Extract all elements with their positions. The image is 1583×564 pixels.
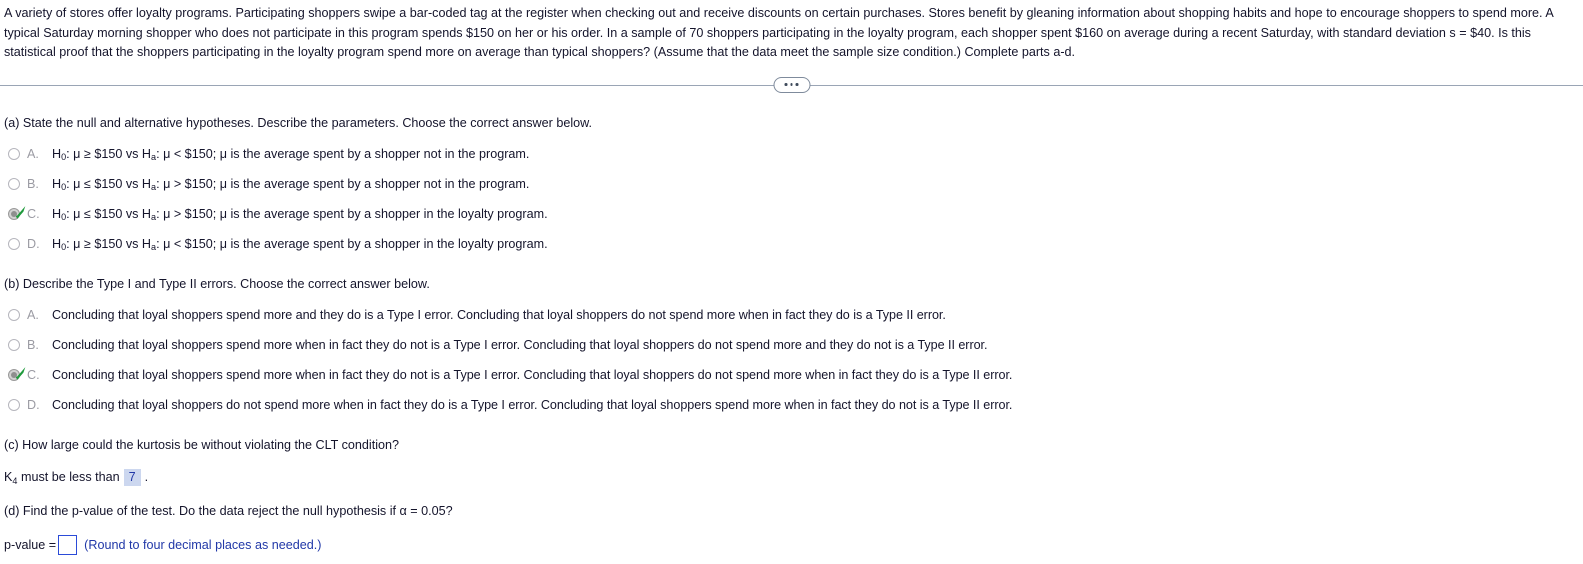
- problem-line-3: statistical proof that the shoppers part…: [4, 45, 1076, 60]
- ellipsis-dot-1: [784, 83, 788, 86]
- part-a-options: A. H0: μ ≥ $150 vs Ha: μ < $150; μ is th…: [4, 139, 1583, 259]
- p-value-input[interactable]: [58, 534, 78, 555]
- radio-button-b-B[interactable]: [8, 338, 20, 351]
- radio-button-b-A[interactable]: [8, 308, 20, 321]
- problem-line-2: typical Saturday morning shopper who doe…: [4, 25, 1531, 40]
- part-c-answer-period: .: [144, 470, 149, 485]
- option-letter-b-C: C.: [27, 367, 40, 382]
- section-divider: [0, 72, 1583, 98]
- radio-button-a-C[interactable]: [8, 205, 26, 220]
- radio-button-a-B[interactable]: [8, 177, 20, 190]
- part-c-answer-line: K4 must be less than 7 .: [4, 468, 1583, 486]
- option-letter-a-C: C.: [27, 206, 40, 221]
- problem-line-1: A variety of stores offer loyalty progra…: [4, 6, 1554, 20]
- part-a-option-C[interactable]: C. H0: μ ≤ $150 vs Ha: μ > $150; μ is th…: [4, 199, 1583, 229]
- part-a-option-D[interactable]: D. H0: μ ≥ $150 vs Ha: μ < $150; μ is th…: [4, 229, 1583, 259]
- radio-button-b-C[interactable]: [8, 366, 26, 381]
- option-text-b-B: Concluding that loyal shoppers spend mor…: [52, 337, 988, 352]
- part-b-prompt: (b) Describe the Type I and Type II erro…: [4, 276, 430, 291]
- part-c-answer-label: K4 must be less than: [4, 470, 120, 486]
- option-letter-a-B: B.: [27, 176, 39, 191]
- correct-check-icon: [13, 366, 26, 380]
- ellipsis-dot-3: [795, 83, 799, 86]
- option-letter-a-A: A.: [27, 146, 39, 161]
- correct-check-icon: [13, 205, 26, 219]
- option-text-a-D: H0: μ ≥ $150 vs Ha: μ < $150; μ is the a…: [52, 236, 548, 253]
- part-d-rounding-hint: (Round to four decimal places as needed.…: [84, 537, 322, 552]
- part-b-options: A. Concluding that loyal shoppers spend …: [4, 300, 1583, 420]
- option-letter-b-A: A.: [27, 307, 39, 322]
- part-a-option-A[interactable]: A. H0: μ ≥ $150 vs Ha: μ < $150; μ is th…: [4, 139, 1583, 169]
- option-text-a-C: H0: μ ≤ $150 vs Ha: μ > $150; μ is the a…: [52, 206, 548, 223]
- option-letter-a-D: D.: [27, 236, 40, 251]
- radio-button-a-A[interactable]: [8, 147, 20, 160]
- more-options-ellipsis-button[interactable]: [773, 76, 810, 93]
- option-text-a-B: H0: μ ≤ $150 vs Ha: μ > $150; μ is the a…: [52, 176, 530, 193]
- option-letter-b-B: B.: [27, 337, 39, 352]
- part-b-option-C[interactable]: C. Concluding that loyal shoppers spend …: [4, 360, 1583, 390]
- option-letter-b-D: D.: [27, 397, 40, 412]
- option-text-a-A: H0: μ ≥ $150 vs Ha: μ < $150; μ is the a…: [52, 146, 530, 163]
- part-b-option-A[interactable]: A. Concluding that loyal shoppers spend …: [4, 300, 1583, 330]
- part-d-prompt: (d) Find the p-value of the test. Do the…: [4, 503, 453, 518]
- problem-statement: A variety of stores offer loyalty progra…: [0, 0, 1583, 63]
- part-a-prompt: (a) State the null and alternative hypot…: [4, 115, 593, 130]
- part-a-option-B[interactable]: B. H0: μ ≤ $150 vs Ha: μ > $150; μ is th…: [4, 169, 1583, 199]
- question-content: (a) State the null and alternative hypot…: [0, 116, 1583, 555]
- option-text-b-D: Concluding that loyal shoppers do not sp…: [52, 397, 1013, 412]
- ellipsis-dot-2: [790, 83, 793, 86]
- part-b-option-D[interactable]: D. Concluding that loyal shoppers do not…: [4, 390, 1583, 420]
- part-d-answer-label: p-value =: [4, 537, 57, 552]
- radio-button-b-D[interactable]: [8, 398, 20, 411]
- radio-button-a-D[interactable]: [8, 237, 20, 250]
- part-d-answer-line: p-value = (Round to four decimal places …: [4, 534, 1583, 555]
- option-text-b-A: Concluding that loyal shoppers spend mor…: [52, 307, 946, 322]
- part-c-prompt: (c) How large could the kurtosis be with…: [4, 437, 400, 452]
- part-c-answer-field[interactable]: 7: [123, 468, 141, 486]
- part-b-option-B[interactable]: B. Concluding that loyal shoppers spend …: [4, 330, 1583, 360]
- option-text-b-C: Concluding that loyal shoppers spend mor…: [52, 367, 1013, 382]
